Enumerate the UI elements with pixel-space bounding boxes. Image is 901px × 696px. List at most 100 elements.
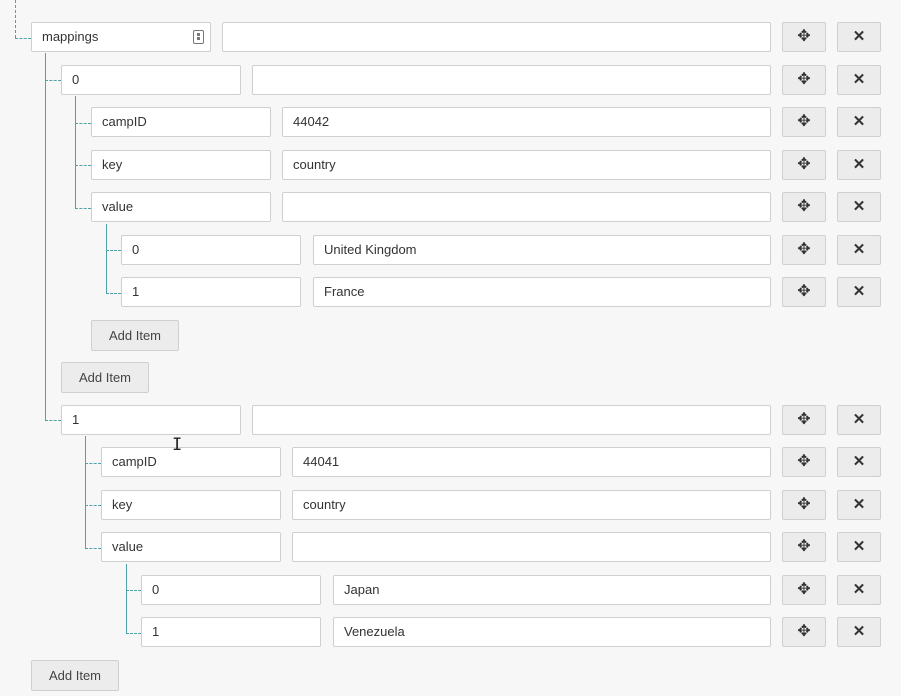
- move-icon: ✥: [797, 581, 811, 598]
- move-button[interactable]: ✥: [782, 447, 826, 477]
- value-field-campid[interactable]: 44042: [282, 107, 771, 137]
- tree-connector: [45, 420, 61, 421]
- move-button[interactable]: ✥: [782, 490, 826, 520]
- key-label: campID: [112, 454, 157, 469]
- contact-card-icon[interactable]: [193, 30, 204, 44]
- move-button[interactable]: ✥: [782, 532, 826, 562]
- add-item-button[interactable]: Add Item: [91, 320, 179, 351]
- key-field-value-item-1[interactable]: 1: [141, 617, 321, 647]
- delete-button[interactable]: ✕: [837, 277, 881, 307]
- key-label: 1: [152, 624, 160, 639]
- move-icon: ✥: [797, 241, 811, 258]
- value-field-value-item-1[interactable]: France: [313, 277, 771, 307]
- move-button[interactable]: ✥: [782, 65, 826, 95]
- value-field-item-1[interactable]: [252, 405, 771, 435]
- key-label: value: [112, 539, 144, 554]
- tree-connector: [106, 293, 121, 294]
- value-text: Venezuela: [344, 624, 405, 639]
- delete-button[interactable]: ✕: [837, 447, 881, 477]
- close-icon: ✕: [852, 496, 866, 513]
- move-button[interactable]: ✥: [782, 107, 826, 137]
- value-field-value[interactable]: [282, 192, 771, 222]
- key-label: value: [102, 199, 134, 214]
- delete-button[interactable]: ✕: [837, 192, 881, 222]
- value-field-campid[interactable]: 44041: [292, 447, 771, 477]
- tree-connector: [106, 250, 121, 251]
- move-button[interactable]: ✥: [782, 277, 826, 307]
- value-text: France: [324, 284, 365, 299]
- move-icon: ✥: [797, 283, 811, 300]
- close-icon: ✕: [852, 156, 866, 173]
- tree-connector: [15, 38, 31, 39]
- value-field-value[interactable]: [292, 532, 771, 562]
- delete-button[interactable]: ✕: [837, 617, 881, 647]
- move-icon: ✥: [797, 538, 811, 555]
- move-button[interactable]: ✥: [782, 150, 826, 180]
- value-field-value-item-1[interactable]: Venezuela: [333, 617, 771, 647]
- key-field-key[interactable]: key: [101, 490, 281, 520]
- move-icon: ✥: [797, 453, 811, 470]
- add-item-button[interactable]: Add Item: [31, 660, 119, 691]
- close-icon: ✕: [852, 28, 866, 45]
- key-field-value[interactable]: value: [101, 532, 281, 562]
- move-icon: ✥: [797, 28, 811, 45]
- delete-button[interactable]: ✕: [837, 22, 881, 52]
- value-field-key[interactable]: country: [292, 490, 771, 520]
- value-field-mappings[interactable]: [222, 22, 771, 52]
- key-label: mappings: [42, 29, 99, 44]
- key-field-mappings[interactable]: mappings: [31, 22, 211, 52]
- value-text: United Kingdom: [324, 242, 417, 257]
- value-text: 44042: [293, 114, 330, 129]
- tree-connector: [85, 463, 101, 464]
- move-button[interactable]: ✥: [782, 575, 826, 605]
- delete-button[interactable]: ✕: [837, 575, 881, 605]
- move-button[interactable]: ✥: [782, 235, 826, 265]
- delete-button[interactable]: ✕: [837, 65, 881, 95]
- delete-button[interactable]: ✕: [837, 107, 881, 137]
- key-field-campid[interactable]: campID: [101, 447, 281, 477]
- key-field-item-1[interactable]: 1: [61, 405, 241, 435]
- move-icon: ✥: [797, 496, 811, 513]
- delete-button[interactable]: ✕: [837, 150, 881, 180]
- close-icon: ✕: [852, 113, 866, 130]
- key-label: 1: [72, 412, 80, 427]
- key-label: 0: [72, 72, 80, 87]
- delete-button[interactable]: ✕: [837, 490, 881, 520]
- text-cursor-icon: I: [172, 435, 183, 455]
- key-label: 0: [152, 582, 160, 597]
- tree-connector: [126, 633, 141, 634]
- tree-connector: [85, 548, 101, 549]
- key-label: campID: [102, 114, 147, 129]
- tree-connector: [75, 123, 91, 124]
- move-button[interactable]: ✥: [782, 192, 826, 222]
- move-button[interactable]: ✥: [782, 22, 826, 52]
- tree-connector: [106, 224, 107, 293]
- add-item-button[interactable]: Add Item: [61, 362, 149, 393]
- key-field-value-item-0[interactable]: 0: [141, 575, 321, 605]
- key-field-value-item-0[interactable]: 0: [121, 235, 301, 265]
- move-icon: ✥: [797, 113, 811, 130]
- key-field-value-item-1[interactable]: 1: [121, 277, 301, 307]
- close-icon: ✕: [852, 283, 866, 300]
- close-icon: ✕: [852, 581, 866, 598]
- key-field-item-0[interactable]: 0: [61, 65, 241, 95]
- move-button[interactable]: ✥: [782, 617, 826, 647]
- delete-button[interactable]: ✕: [837, 405, 881, 435]
- tree-connector: [75, 165, 91, 166]
- value-field-value-item-0[interactable]: United Kingdom: [313, 235, 771, 265]
- close-icon: ✕: [852, 71, 866, 88]
- value-field-value-item-0[interactable]: Japan: [333, 575, 771, 605]
- key-label: key: [112, 497, 133, 512]
- tree-connector: [85, 505, 101, 506]
- key-field-key[interactable]: key: [91, 150, 271, 180]
- key-field-campid[interactable]: campID: [91, 107, 271, 137]
- value-field-item-0[interactable]: [252, 65, 771, 95]
- value-field-key[interactable]: country: [282, 150, 771, 180]
- value-text: 44041: [303, 454, 340, 469]
- tree-connector: [75, 208, 91, 209]
- move-icon: ✥: [797, 198, 811, 215]
- delete-button[interactable]: ✕: [837, 235, 881, 265]
- delete-button[interactable]: ✕: [837, 532, 881, 562]
- move-button[interactable]: ✥: [782, 405, 826, 435]
- key-field-value[interactable]: value: [91, 192, 271, 222]
